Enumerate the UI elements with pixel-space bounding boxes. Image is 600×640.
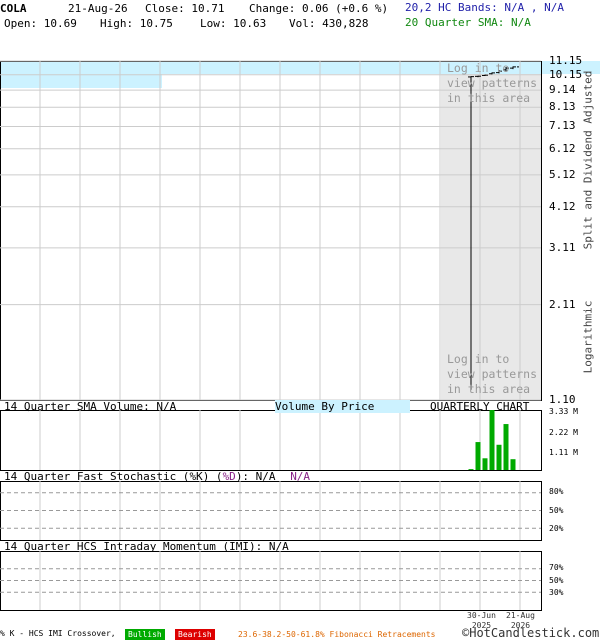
price-axis-label: 6.12: [549, 141, 576, 155]
stochastic-title-a: 14 Quarter Fast Stochastic (: [4, 470, 190, 483]
volume-bar: [475, 442, 481, 470]
stochastic-k: %K: [189, 470, 203, 483]
price-axis-label: 5.12: [549, 167, 576, 181]
price-axis-label: 3.11: [549, 240, 576, 254]
price-axis-label: 1.10: [549, 393, 576, 406]
volume-axis-label: 3.33 M: [549, 407, 578, 416]
price-axis-label: 7.13: [549, 119, 576, 133]
volume-bar: [510, 459, 516, 470]
stochastic-d-value: N/A: [290, 470, 311, 483]
price-axis-label: 9.14: [549, 83, 576, 97]
imi-panel-border: [0, 551, 542, 611]
x-label-line1: 21-Aug: [506, 611, 535, 620]
chart-type-label: QUARTERLY CHART: [430, 400, 530, 413]
login-overlay-top[interactable]: Log in to view patterns in this area: [447, 61, 537, 106]
volume-bar: [489, 410, 495, 470]
volume-panel-border: [0, 410, 542, 471]
volume-bar: [482, 458, 488, 470]
price-axis-label: 11.15: [549, 54, 583, 67]
login-line: view patterns: [447, 76, 538, 90]
login-line: Log in to: [447, 61, 510, 75]
volume-sma-title: 14 Quarter SMA Volume: N/A: [4, 400, 177, 413]
price-axis-label: 4.12: [549, 199, 576, 213]
imi-axis-label: 50%: [549, 576, 564, 585]
stochastic-d: %D: [222, 470, 236, 483]
price-axis-label: 2.11: [549, 297, 576, 311]
crossover-label: % K - HCS IMI Crossover,: [0, 629, 116, 638]
volume-by-price-label[interactable]: Volume By Price: [275, 400, 411, 413]
login-line: in this area: [447, 91, 531, 105]
price-axis-label: 10.15: [549, 67, 583, 81]
imi-axis-label: 70%: [549, 563, 564, 572]
login-line: view patterns: [447, 367, 538, 381]
login-line: in this area: [447, 382, 531, 396]
stochastic-mid: ) (: [202, 470, 223, 483]
split-adjusted-label: Split and Dividend Adjusted: [581, 70, 595, 250]
stochastic-title-b: ): N/A: [235, 470, 276, 483]
stochastic-axis-label: 20%: [549, 524, 564, 533]
volume-axis-label: 2.22 M: [549, 428, 578, 437]
volume-axis-label: 1.11 M: [549, 448, 578, 457]
copyright[interactable]: ©HotCandlestick.com: [462, 626, 599, 640]
volume-bar: [496, 444, 502, 470]
imi-axis-label: 30%: [549, 588, 564, 597]
bearish-badge: Bearish: [175, 629, 215, 640]
stochastic-axis-label: 80%: [549, 487, 564, 496]
volume-bar: [503, 424, 509, 470]
x-label-line1: 30-Jun: [467, 611, 496, 620]
fibonacci-label: 23.6-38.2-50-61.8% Fibonacci Retracement…: [238, 630, 436, 639]
login-shade: [441, 61, 541, 400]
stochastic-axis-label: 50%: [549, 506, 564, 515]
login-line: Log in to: [447, 352, 510, 366]
stochastic-panel-border: [0, 481, 542, 541]
log-scale-label: Logarithmic: [581, 300, 595, 374]
login-overlay-bottom[interactable]: Log in to view patterns in this area: [447, 352, 537, 397]
imi-title: 14 Quarter HCS Intraday Momentum (IMI): …: [4, 540, 289, 553]
volume-bar: [468, 469, 474, 470]
price-axis-label: 8.13: [549, 100, 576, 114]
stochastic-title: 14 Quarter Fast Stochastic (%K) (%D): N/…: [4, 470, 310, 483]
bullish-badge: Bullish: [125, 629, 165, 640]
